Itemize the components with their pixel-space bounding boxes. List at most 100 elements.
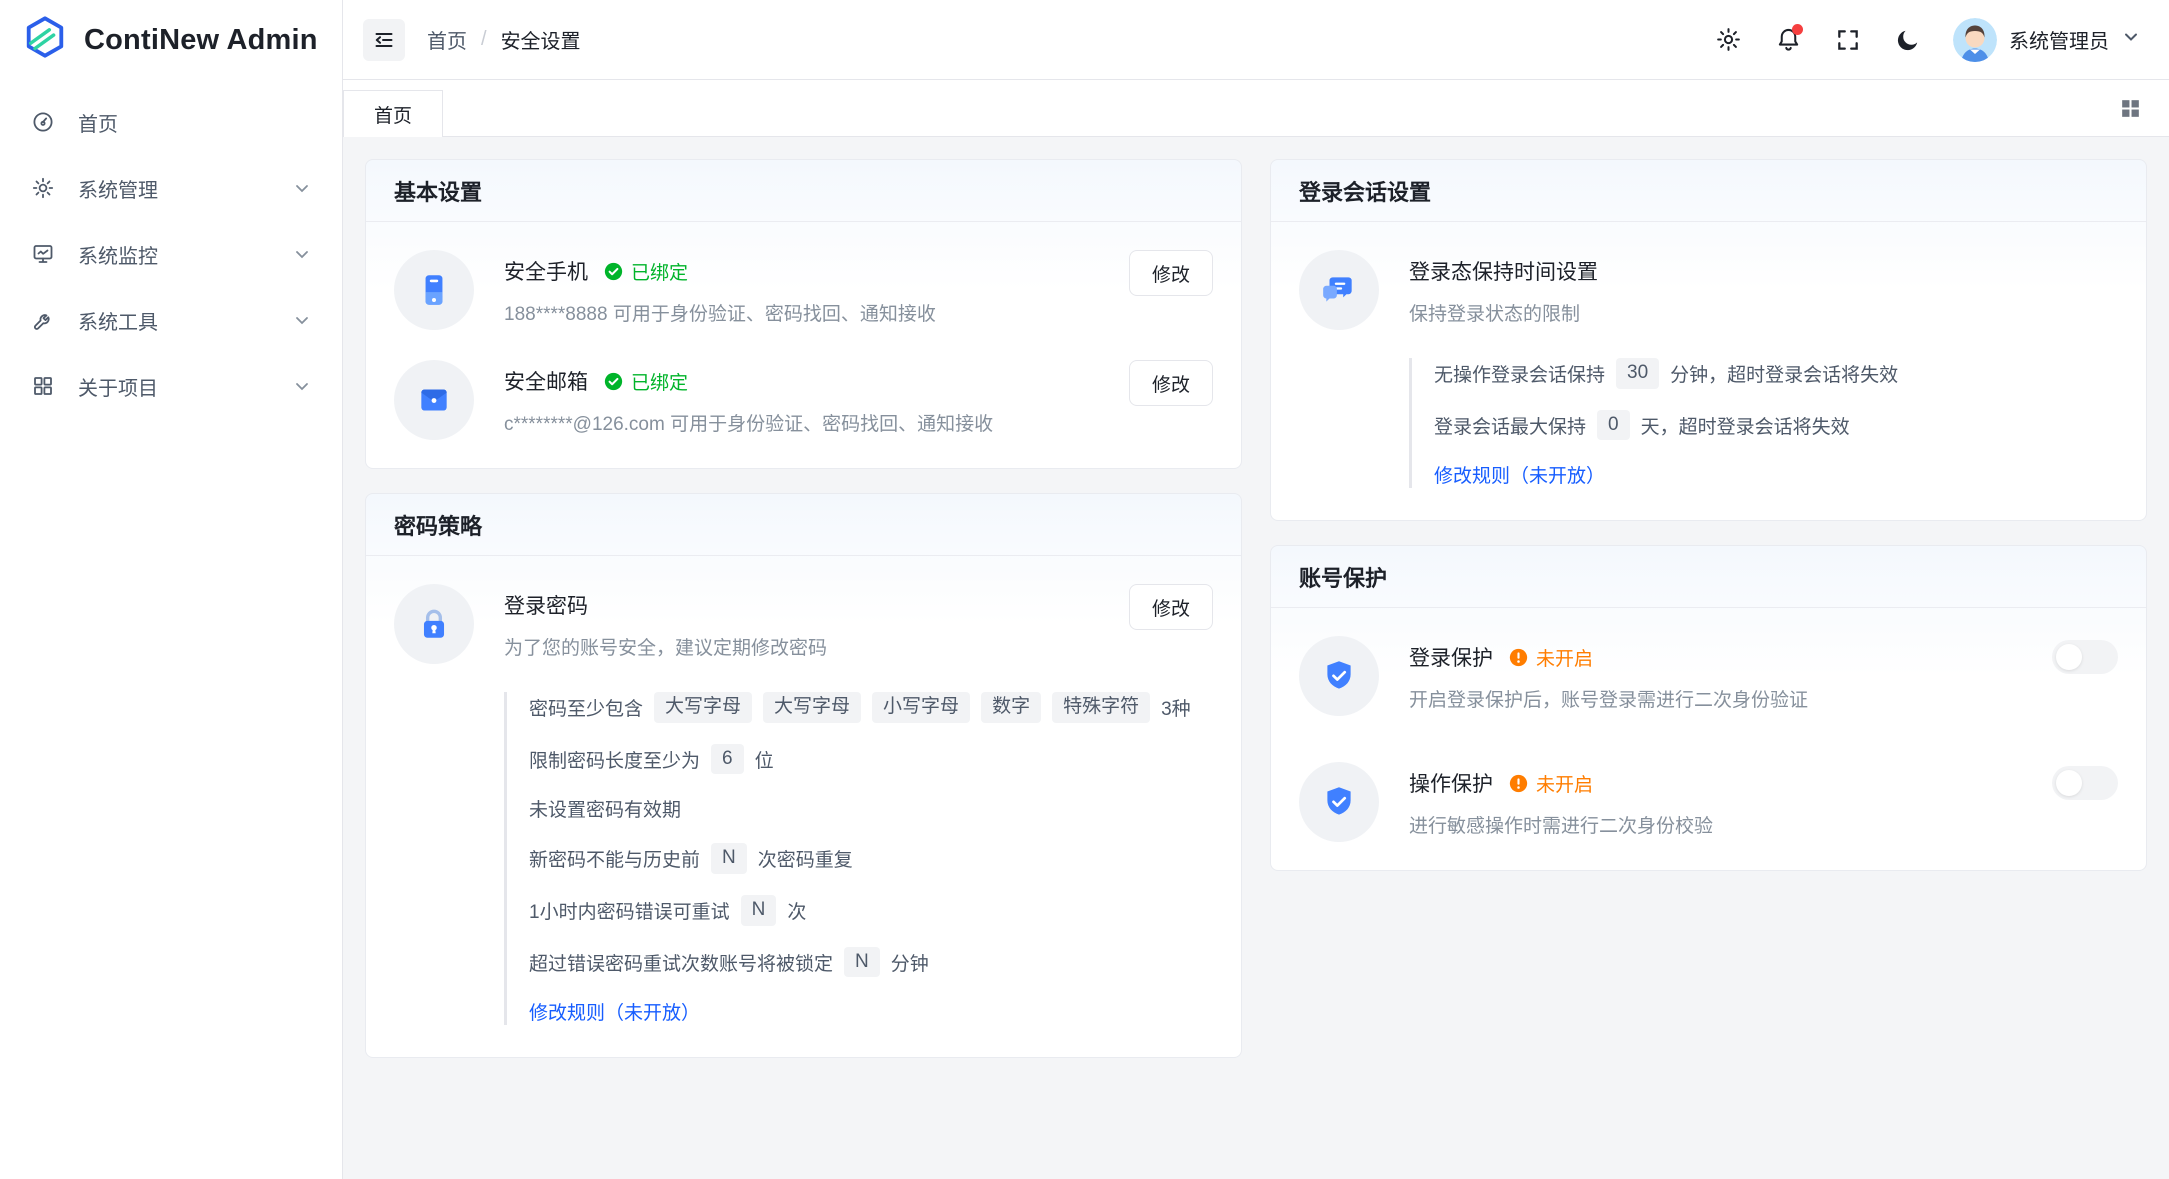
card-password-policy: 密码策略: [365, 493, 1242, 1058]
sidebar-item-system-monitor[interactable]: 系统监控: [10, 226, 332, 282]
sidebar-item-about-project[interactable]: 关于项目: [10, 358, 332, 414]
tag-uppercase: 大写字母: [654, 692, 752, 723]
chevron-down-icon: [292, 244, 312, 264]
modify-phone-button[interactable]: 修改: [1129, 250, 1213, 296]
app-window: ContiNew Admin 首页 系统管理: [0, 0, 2169, 1179]
value-box: 0: [1597, 410, 1630, 441]
toggle-knob: [2056, 644, 2082, 670]
value-box: 6: [711, 744, 744, 775]
warning-circle-icon: [1509, 648, 1528, 667]
status-badge: 已绑定: [604, 368, 688, 395]
email-icon: [394, 360, 474, 440]
sidebar-item-system-management[interactable]: 系统管理: [10, 160, 332, 216]
dark-mode-button[interactable]: [1885, 17, 1931, 63]
sidebar-item-label: 系统管理: [78, 174, 292, 203]
edit-rules-link[interactable]: 修改规则（未开放）: [529, 998, 1213, 1025]
row-title: 登录密码: [504, 590, 588, 620]
tag-uppercase: 大写字母: [763, 692, 861, 723]
gear-icon: [1715, 26, 1742, 53]
chevron-down-icon: [292, 310, 312, 330]
login-protection-toggle[interactable]: [2052, 640, 2118, 674]
monitor-icon: [30, 241, 56, 267]
login-password-row: 登录密码 为了您的账号安全，建议定期修改密码 修改: [394, 584, 1213, 664]
modify-email-button[interactable]: 修改: [1129, 360, 1213, 406]
fullscreen-button[interactable]: [1825, 17, 1871, 63]
row-desc-text: 可用于身份验证、密码找回、通知接收: [613, 304, 936, 325]
logo-icon: [22, 14, 68, 66]
card-session-settings: 登录会话设置: [1270, 159, 2147, 521]
value-box: N: [741, 895, 777, 926]
status-text: 未开启: [1536, 644, 1593, 671]
sidebar-item-label: 系统工具: [78, 306, 292, 335]
rule-char-types: 密码至少包含 大写字母 大写字母 小写字母 数字 特殊字符 3种: [529, 692, 1213, 723]
row-desc-text: 可用于身份验证、密码找回、通知接收: [670, 414, 993, 435]
modify-password-button[interactable]: 修改: [1129, 584, 1213, 630]
tag-digit: 数字: [981, 692, 1041, 723]
notification-dot: [1792, 24, 1803, 35]
rule-history-repeat: 新密码不能与历史前 N 次密码重复: [529, 843, 1213, 874]
tag-special: 特殊字符: [1052, 692, 1150, 723]
fullscreen-icon: [1835, 27, 1861, 53]
tab-list-button[interactable]: [2107, 85, 2153, 131]
settings-button[interactable]: [1705, 17, 1751, 63]
tab-label: 首页: [374, 101, 412, 128]
secure-email-row: 安全邮箱 已绑定: [394, 360, 1213, 440]
card-title: 基本设置: [394, 175, 482, 207]
sidebar-item-home[interactable]: 首页: [10, 94, 332, 150]
sidebar-collapse-button[interactable]: [363, 19, 405, 61]
chevron-down-icon: [2121, 27, 2141, 53]
shield-icon: [1299, 762, 1379, 842]
dashboard-icon: [30, 109, 56, 135]
moon-icon: [1895, 27, 1921, 53]
sidebar-item-label: 首页: [78, 108, 312, 137]
notifications-button[interactable]: [1765, 17, 1811, 63]
breadcrumb-separator: /: [481, 28, 487, 51]
topbar: 首页 / 安全设置: [343, 0, 2169, 80]
value-box: N: [711, 843, 747, 874]
chevron-down-icon: [292, 376, 312, 396]
breadcrumb-current: 安全设置: [501, 25, 581, 54]
login-protection-row: 登录保护 未开启: [1299, 636, 2118, 716]
breadcrumb-home[interactable]: 首页: [427, 25, 467, 54]
card-title: 密码策略: [394, 509, 482, 541]
row-title: 登录保护: [1409, 642, 1493, 672]
rule-lock-minutes: 超过错误密码重试次数账号将被锁定 N 分钟: [529, 947, 1213, 978]
row-desc-text: 保持登录状态的限制: [1409, 304, 1580, 325]
phone-icon: [394, 250, 474, 330]
rule-idle-timeout: 无操作登录会话保持 30 分钟，超时登录会话将失效: [1434, 358, 2118, 389]
apps-icon: [30, 373, 56, 399]
menu-fold-icon: [372, 28, 396, 52]
sidebar-item-system-tools[interactable]: 系统工具: [10, 292, 332, 348]
grid-icon: [2118, 96, 2143, 121]
tab-home[interactable]: 首页: [343, 90, 443, 137]
sidebar-menu: 首页 系统管理: [0, 80, 342, 424]
row-title: 操作保护: [1409, 768, 1493, 798]
sidebar: ContiNew Admin 首页 系统管理: [0, 0, 343, 1179]
chevron-down-icon: [292, 178, 312, 198]
operation-protection-toggle[interactable]: [2052, 766, 2118, 800]
user-menu[interactable]: 系统管理员: [1953, 18, 2141, 62]
masked-email: c********@126.com: [504, 414, 665, 435]
value-box: 30: [1616, 358, 1659, 389]
tag-lowercase: 小写字母: [872, 692, 970, 723]
main-area: 首页 / 安全设置: [343, 0, 2169, 1179]
rule-retry-times: 1小时内密码错误可重试 N 次: [529, 895, 1213, 926]
app-logo: ContiNew Admin: [0, 0, 342, 80]
row-title: 登录态保持时间设置: [1409, 256, 1598, 286]
status-badge: 已绑定: [604, 258, 688, 285]
card-account-protection: 账号保护 登录保护: [1270, 545, 2147, 871]
operation-protection-row: 操作保护 未开启: [1299, 762, 2118, 842]
wrench-icon: [30, 307, 56, 333]
row-desc-text: 进行敏感操作时需进行二次身份校验: [1409, 816, 1713, 837]
status-text: 已绑定: [631, 368, 688, 395]
rule-max-session: 登录会话最大保持 0 天，超时登录会话将失效: [1434, 410, 2118, 441]
user-name: 系统管理员: [2009, 25, 2109, 54]
check-circle-icon: [604, 262, 623, 281]
session-rules: 无操作登录会话保持 30 分钟，超时登录会话将失效 登录会话最大保持 0 天，超…: [1409, 358, 2118, 488]
status-badge: 未开启: [1509, 644, 1593, 671]
warning-circle-icon: [1509, 774, 1528, 793]
breadcrumb: 首页 / 安全设置: [427, 25, 581, 54]
rule-no-expiry: 未设置密码有效期: [529, 795, 1213, 822]
avatar: [1953, 18, 1997, 62]
edit-rules-link[interactable]: 修改规则（未开放）: [1434, 461, 2118, 488]
